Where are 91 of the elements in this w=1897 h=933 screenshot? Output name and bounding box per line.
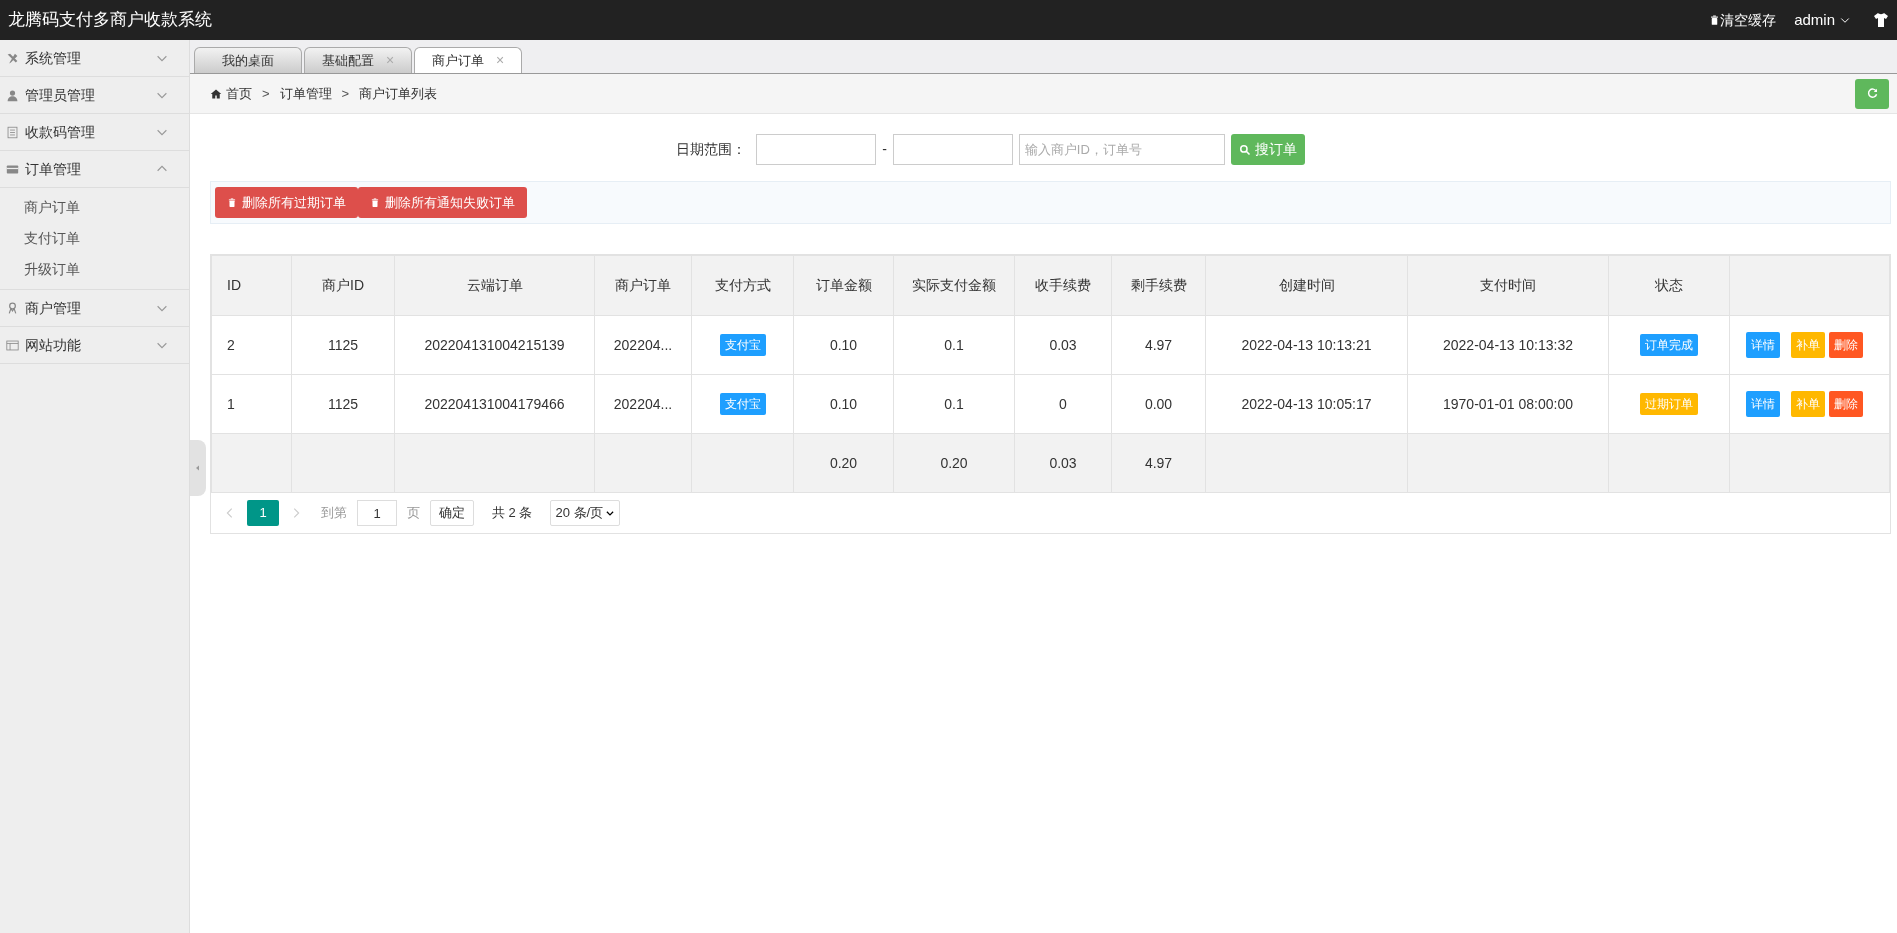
total-cell: 0.20	[893, 433, 1015, 493]
breadcrumb-current[interactable]: 商户订单列表	[359, 83, 438, 104]
sidebar-subitem[interactable]: 升级订单	[0, 254, 189, 285]
sidebar-item[interactable]: 管理员管理	[0, 77, 189, 114]
home-icon	[210, 87, 222, 100]
page-number-field[interactable]: 1	[357, 500, 397, 526]
user-icon	[6, 88, 19, 102]
table-cell: 2022-04-13 10:05:17	[1205, 374, 1408, 434]
user-menu[interactable]: admin	[1794, 8, 1851, 32]
sidebar-item[interactable]: 收款码管理	[0, 114, 189, 151]
sidebar-item[interactable]: 网站功能	[0, 327, 189, 364]
delete-orders-button[interactable]: 删除所有通知失败订单	[358, 187, 527, 218]
table-cell: 0.1	[893, 374, 1015, 434]
refresh-button[interactable]	[1855, 78, 1889, 109]
column-header: 支付时间	[1407, 255, 1609, 316]
table-cell: 1	[211, 374, 292, 434]
column-header: 订单金额	[793, 255, 894, 316]
column-header: 收手续费	[1014, 255, 1112, 316]
total-count: 共 2 条	[492, 504, 533, 523]
table-cell: 0.10	[793, 374, 894, 434]
caret-left-icon	[194, 463, 202, 473]
column-header: 创建时间	[1205, 255, 1408, 316]
trash-icon	[1709, 14, 1721, 26]
app-title: 龙腾码支付多商户收款系统	[8, 9, 212, 32]
table-cell: 0.00	[1111, 374, 1206, 434]
status-tag: 过期订单	[1640, 393, 1698, 415]
table-cell: 0.10	[793, 315, 894, 375]
tab[interactable]: 我的桌面	[194, 47, 302, 73]
tab[interactable]: 基础配置 ×	[304, 47, 412, 73]
trash-icon	[370, 197, 380, 208]
column-header: 商户订单	[594, 255, 692, 316]
trash-icon	[227, 197, 237, 208]
table-cell: 0.03	[1014, 315, 1112, 375]
table-cell: 1125	[291, 374, 395, 434]
table-cell: 202204131004215139	[394, 315, 595, 375]
page-unit-label: 页	[407, 504, 420, 523]
status-tag: 订单完成	[1640, 334, 1698, 356]
table-cell: 0	[1014, 374, 1112, 434]
collapse-handle[interactable]	[190, 440, 206, 496]
tools-icon	[6, 51, 19, 65]
breadcrumb-separator: >	[341, 84, 350, 103]
table-cell: 4.97	[1111, 315, 1206, 375]
user-badge-icon	[6, 301, 19, 315]
table-cell: 202204...	[594, 374, 692, 434]
refresh-icon	[1865, 87, 1879, 100]
card-icon	[6, 162, 19, 176]
sidebar-subitem[interactable]: 支付订单	[0, 223, 189, 254]
breadcrumb-separator: >	[262, 84, 270, 103]
column-header: 支付方式	[691, 255, 794, 316]
sidebar-item[interactable]: 商户管理	[0, 290, 189, 327]
sidebar-subitem[interactable]: 商户订单	[0, 192, 189, 223]
total-cell: 4.97	[1111, 433, 1206, 493]
clear-cache-button[interactable]: 清空缓存	[1709, 9, 1777, 31]
total-cell: 0.03	[1014, 433, 1112, 493]
column-header: 剩手续费	[1111, 255, 1206, 316]
goto-label: 到第	[321, 504, 347, 523]
payment-method-tag: 支付宝	[719, 334, 766, 356]
delete-orders-button[interactable]: 删除所有过期订单	[215, 187, 358, 218]
search-field[interactable]: 输入商户ID，订单号	[1018, 134, 1225, 165]
payment-method-tag: 支付宝	[719, 393, 766, 415]
column-header: 商户ID	[291, 255, 395, 316]
table-cell: 1970-01-01 08:00:00	[1407, 374, 1609, 434]
range-separator: -	[882, 140, 887, 159]
page-size-select[interactable]: 20 条/页	[550, 500, 621, 526]
page-button[interactable]: 1	[247, 500, 279, 526]
column-header: ID	[211, 255, 292, 316]
table-cell: 1125	[291, 315, 395, 375]
sidebar-item[interactable]: 订单管理	[0, 151, 189, 188]
search-icon	[1238, 143, 1251, 156]
breadcrumb-link[interactable]: 首页	[210, 83, 252, 104]
table-cell: 2022-04-13 10:13:32	[1407, 315, 1609, 375]
table-cell: 2	[211, 315, 292, 375]
end-date-field[interactable]	[892, 134, 1013, 165]
table-cell: 202204...	[594, 315, 692, 375]
breadcrumb-link[interactable]: 订单管理	[279, 83, 332, 104]
chevron-down-icon	[605, 508, 616, 518]
total-cell: 0.20	[793, 433, 894, 493]
column-header: 实际支付金额	[893, 255, 1015, 316]
sidebar-item[interactable]: 系统管理	[0, 40, 189, 77]
table-cell: 2022-04-13 10:13:21	[1205, 315, 1408, 375]
confirm-button[interactable]: 确定	[430, 500, 474, 526]
date-range-label: 日期范围：	[676, 140, 747, 159]
start-date-field[interactable]	[756, 134, 877, 165]
window-icon	[6, 338, 19, 352]
table-cell: 202204131004179466	[394, 374, 595, 434]
document-icon	[6, 125, 19, 139]
tab[interactable]: 商户订单 ×	[414, 47, 522, 73]
column-header: 状态	[1608, 255, 1730, 316]
table-cell: 0.1	[893, 315, 1015, 375]
column-header: 云端订单	[394, 255, 595, 316]
shirt-icon[interactable]	[1873, 12, 1889, 28]
